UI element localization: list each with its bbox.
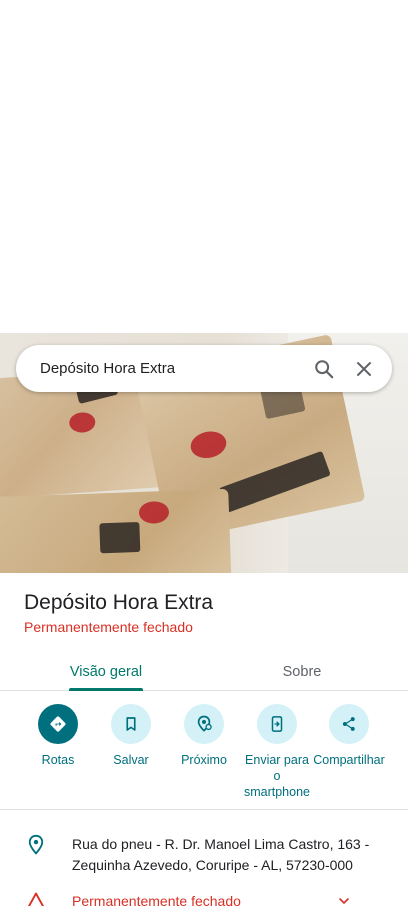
close-icon[interactable] (352, 357, 376, 381)
map-blank-area (0, 0, 408, 333)
photo-bag (0, 488, 232, 573)
active-tab-indicator (69, 688, 143, 691)
search-bar[interactable]: Depósito Hora Extra (16, 345, 392, 392)
hours-status-label: Permanentemente fechado (72, 893, 241, 906)
tab-bar: Visão geral Sobre (0, 653, 408, 691)
share-button[interactable]: Compartilhar (312, 704, 386, 768)
send-to-phone-icon (257, 704, 297, 744)
nearby-button[interactable]: Próximo (167, 704, 241, 768)
save-label: Salvar (113, 753, 149, 767)
location-pin-icon (26, 834, 46, 856)
tab-about[interactable]: Sobre (236, 653, 368, 691)
action-bar: Rotas Salvar Próximo Enviar para o smart… (0, 704, 408, 810)
directions-button[interactable]: Rotas (21, 704, 95, 768)
directions-icon (38, 704, 78, 744)
share-icon (329, 704, 369, 744)
directions-label: Rotas (41, 753, 75, 767)
place-status: Permanentemente fechado (24, 619, 193, 635)
send-to-phone-label: Enviar para o smartphone (243, 753, 310, 799)
save-button[interactable]: Salvar (94, 704, 168, 768)
share-label: Compartilhar (313, 753, 385, 767)
search-input[interactable]: Depósito Hora Extra (40, 360, 312, 377)
nearby-label: Próximo (181, 753, 227, 767)
hours-status-text: Permanentemente fechado (72, 891, 382, 906)
bookmark-icon (111, 704, 151, 744)
address-text: Rua do pneu - R. Dr. Manoel Lima Castro,… (72, 836, 370, 873)
chevron-down-icon[interactable] (336, 893, 352, 906)
search-icon[interactable] (312, 357, 336, 381)
nearby-icon (184, 704, 224, 744)
tab-overview[interactable]: Visão geral (40, 653, 172, 691)
send-to-phone-button[interactable]: Enviar para o smartphone (240, 704, 314, 800)
warning-icon (26, 891, 46, 906)
place-panel: Depósito Hora Extra Permanentemente fech… (0, 573, 408, 906)
place-title: Depósito Hora Extra (24, 591, 214, 614)
